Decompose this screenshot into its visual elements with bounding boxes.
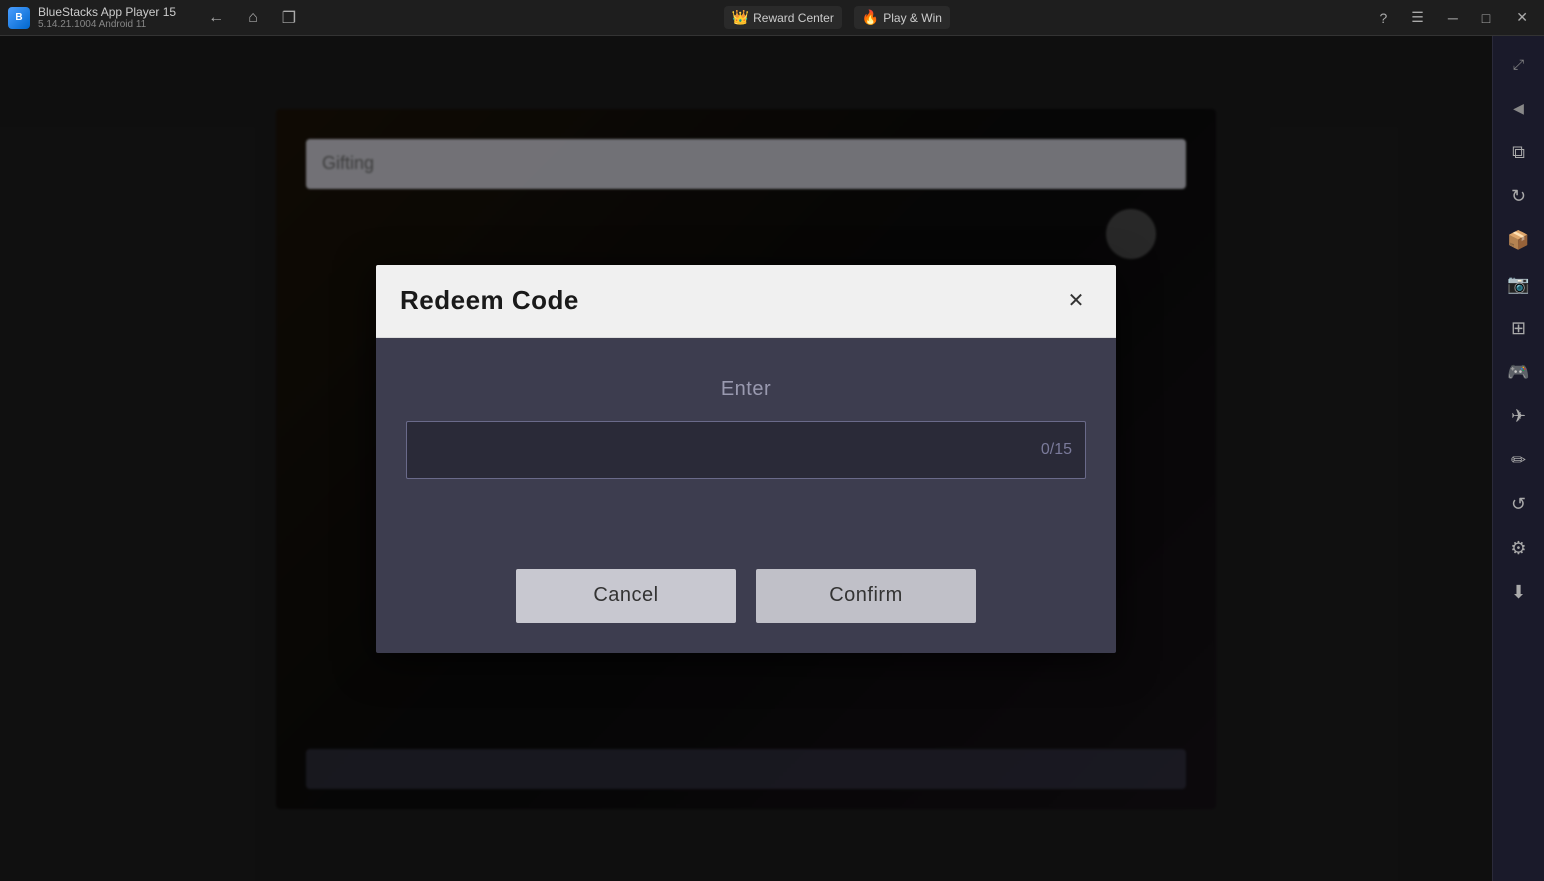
minimize-button[interactable]: ─ [1442,6,1464,30]
home-nav-button[interactable]: ⌂ [244,5,262,31]
redeem-code-input[interactable] [406,421,1086,479]
screenshot-icon[interactable]: 📷 [1499,264,1539,304]
dialog-footer: Cancel Confirm [376,569,1116,653]
dialog-enter-label: Enter [721,378,771,401]
refresh-icon[interactable]: ↺ [1499,484,1539,524]
window-close-button[interactable]: ✕ [1508,5,1536,30]
fire-icon: 🔥 [862,9,879,26]
reward-center-button[interactable]: 👑 Reward Center [724,6,842,29]
airplane-icon[interactable]: ✈ [1499,396,1539,436]
titlebar-app-info: BlueStacks App Player 15 5.14.21.1004 An… [38,5,176,30]
titlebar-left: B BlueStacks App Player 15 5.14.21.1004 … [0,4,300,32]
dialog-body: Enter 0/15 [376,338,1116,569]
maximize-button[interactable]: □ [1476,6,1496,30]
play-win-label: Play & Win [883,11,942,25]
layers-icon[interactable]: ⧉ [1499,132,1539,172]
help-button[interactable]: ? [1374,6,1394,30]
gamepad-icon[interactable]: 🎮 [1499,352,1539,392]
main-content: Gifting Redeem Code ✕ Enter 0/15 [0,36,1492,881]
crown-icon: 👑 [732,9,749,26]
back-nav-button[interactable]: ← [204,5,228,31]
titlebar-nav: ← ⌂ ❐ [204,4,300,32]
dialog-close-button[interactable]: ✕ [1060,285,1092,317]
bluestacks-logo: B [8,7,30,29]
redeem-code-dialog: Redeem Code ✕ Enter 0/15 Cancel Confirm [376,265,1116,653]
expand-sidebar-icon[interactable]: ⤢ [1499,44,1539,84]
copy-nav-button[interactable]: ❐ [278,4,300,32]
confirm-button[interactable]: Confirm [756,569,976,623]
collapse-sidebar-icon[interactable]: ◀ [1499,88,1539,128]
dialog-backdrop: Redeem Code ✕ Enter 0/15 Cancel Confirm [0,36,1492,881]
titlebar-version: 5.14.21.1004 Android 11 [38,19,176,30]
resize-icon[interactable]: ⊞ [1499,308,1539,348]
dialog-header: Redeem Code ✕ [376,265,1116,338]
reward-center-label: Reward Center [753,11,834,25]
right-sidebar: ⤢ ◀ ⧉ ↻ 📦 📷 ⊞ 🎮 ✈ ✏ ↺ ⚙ ⬇ [1492,36,1544,881]
titlebar-app-name: BlueStacks App Player 15 [38,5,176,19]
menu-button[interactable]: ☰ [1405,5,1430,30]
settings-icon[interactable]: ⚙ [1499,528,1539,568]
dialog-input-wrap: 0/15 [406,421,1086,479]
rotate-icon[interactable]: ↻ [1499,176,1539,216]
dialog-title: Redeem Code [400,285,579,316]
brush-icon[interactable]: ✏ [1499,440,1539,480]
titlebar-center: 👑 Reward Center 🔥 Play & Win [724,6,950,29]
download-icon[interactable]: ⬇ [1499,572,1539,612]
titlebar-right: ? ☰ ─ □ ✕ [1374,5,1544,30]
play-win-button[interactable]: 🔥 Play & Win [854,6,950,29]
apk-icon[interactable]: 📦 [1499,220,1539,260]
titlebar: B BlueStacks App Player 15 5.14.21.1004 … [0,0,1544,36]
cancel-button[interactable]: Cancel [516,569,736,623]
